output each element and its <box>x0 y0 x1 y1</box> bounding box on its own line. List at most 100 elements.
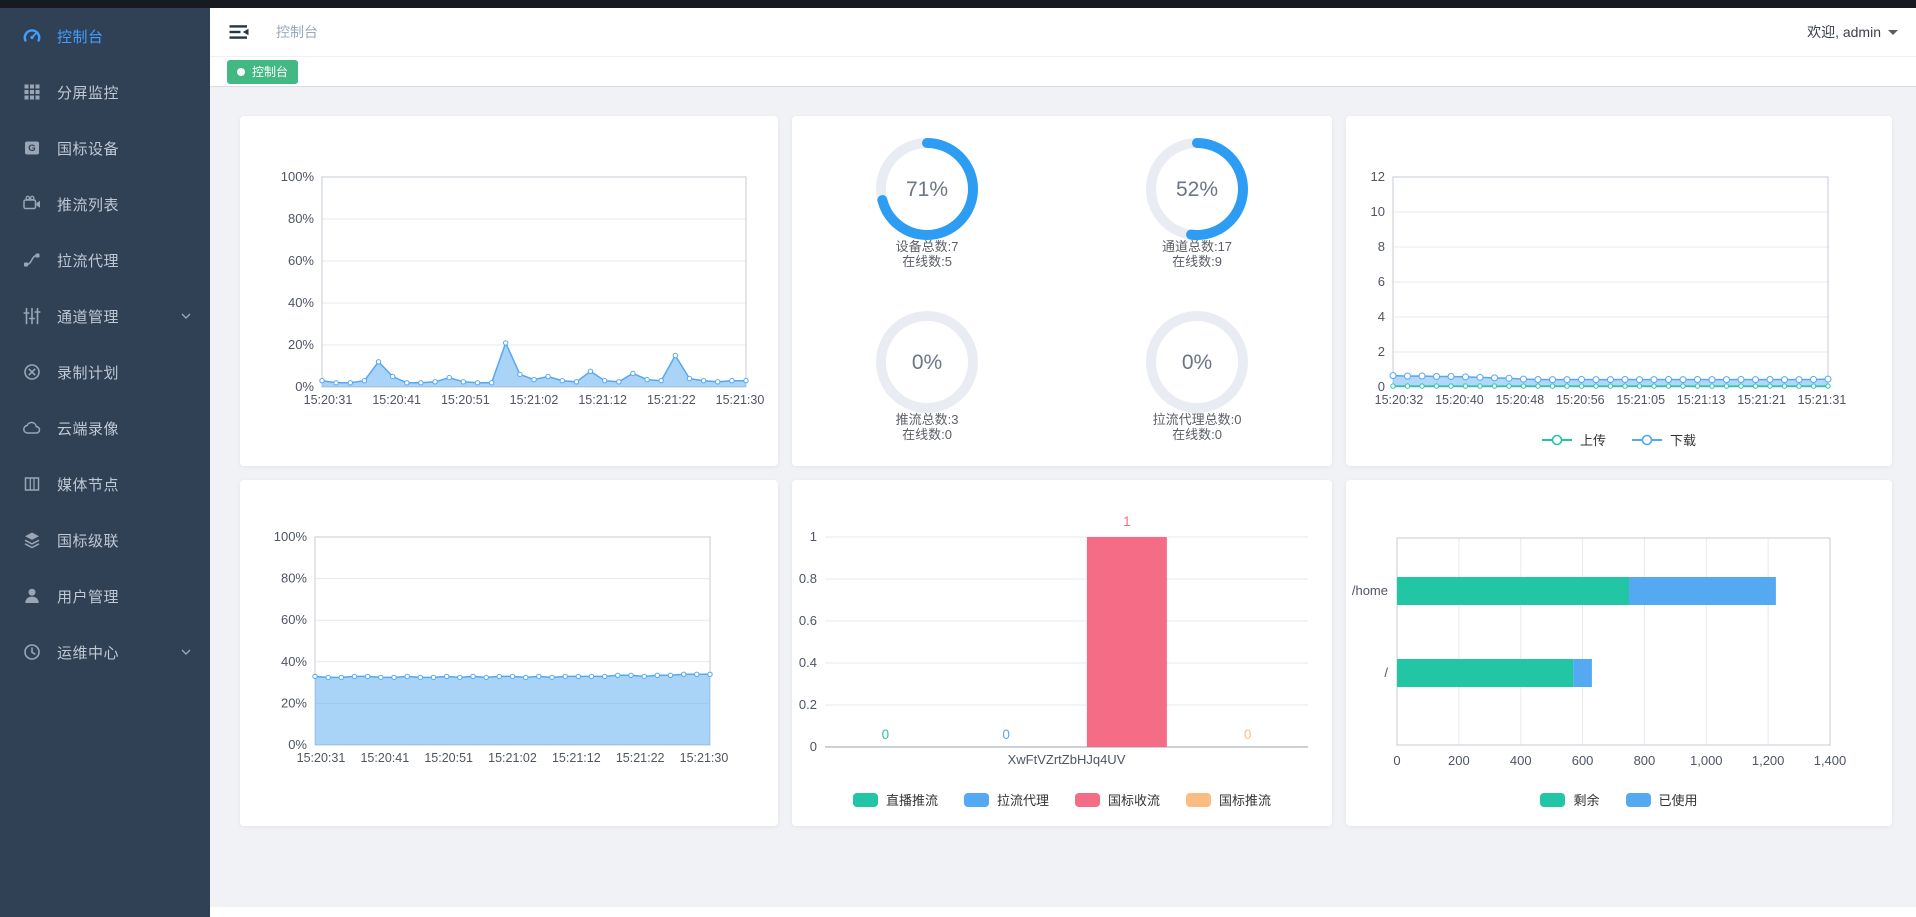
svg-text:15:20:31: 15:20:31 <box>297 751 346 765</box>
sidebar-item-push-list[interactable]: 推流列表 <box>0 176 210 232</box>
chevron-down-icon <box>180 310 192 322</box>
sidebar-item-media-node[interactable]: 媒体节点 <box>0 456 210 512</box>
svg-text:15:21:22: 15:21:22 <box>616 751 665 765</box>
header-bar: 控制台 欢迎, admin <box>210 8 1916 57</box>
sidebar-item-label: 拉流代理 <box>57 250 119 271</box>
svg-text:15:20:51: 15:20:51 <box>424 751 473 765</box>
svg-text:15:20:41: 15:20:41 <box>360 751 409 765</box>
svg-text:在线数:0: 在线数:0 <box>1172 427 1222 442</box>
sidebar-item-channel-mgmt[interactable]: 通道管理 <box>0 288 210 344</box>
sidebar-item-cloud-record[interactable]: 云端录像 <box>0 400 210 456</box>
legend-label: 下载 <box>1670 430 1696 449</box>
svg-text:XwFtVZrtZbHJq4UV: XwFtVZrtZbHJq4UV <box>1008 752 1126 767</box>
legend-item-下载[interactable]: 下载 <box>1632 430 1696 449</box>
ops-icon <box>22 642 42 662</box>
svg-text:200: 200 <box>1448 753 1470 768</box>
card-network-traffic: 02468101215:20:3215:20:4015:20:4815:20:5… <box>1346 116 1892 466</box>
legend-item-上传[interactable]: 上传 <box>1542 430 1606 449</box>
tab-bar: 控制台 <box>210 57 1916 87</box>
svg-text:推流总数:3: 推流总数:3 <box>896 412 959 427</box>
sidebar-item-user-mgmt[interactable]: 用户管理 <box>0 568 210 624</box>
legend-swatch-icon <box>964 793 989 807</box>
legend-item-拉流代理[interactable]: 拉流代理 <box>964 790 1049 809</box>
svg-text:/: / <box>1384 665 1388 680</box>
gb-device-icon: G <box>22 138 42 158</box>
svg-text:0%: 0% <box>288 737 307 752</box>
svg-text:600: 600 <box>1572 753 1594 768</box>
card-disk-usage: 02004006008001,0001,2001,400/home/ 剩余已使用 <box>1346 480 1892 826</box>
svg-text:15:20:51: 15:20:51 <box>441 393 490 407</box>
line-marker-icon <box>1632 433 1662 447</box>
camera-icon <box>22 194 42 214</box>
chevron-down-icon <box>180 646 192 658</box>
sidebar-item-console[interactable]: 控制台 <box>0 8 210 64</box>
svg-text:15:21:31: 15:21:31 <box>1798 393 1847 407</box>
svg-text:0%: 0% <box>1182 351 1212 374</box>
sidebar-item-record-plan[interactable]: 录制计划 <box>0 344 210 400</box>
tab-label: 控制台 <box>252 63 288 80</box>
svg-text:0: 0 <box>1244 727 1252 742</box>
network-traffic-chart: 02468101215:20:3215:20:4015:20:4815:20:5… <box>1346 116 1892 416</box>
sidebar-item-ops-center[interactable]: 运维中心 <box>0 624 210 680</box>
sidebar-item-gb-cascade[interactable]: 国标级联 <box>0 512 210 568</box>
svg-text:0: 0 <box>1378 379 1385 394</box>
svg-text:在线数:5: 在线数:5 <box>902 254 952 269</box>
sidebar-item-gb-device[interactable]: G 国标设备 <box>0 120 210 176</box>
legend-swatch-icon <box>1540 793 1565 807</box>
legend-label: 上传 <box>1580 430 1606 449</box>
svg-text:15:20:48: 15:20:48 <box>1496 393 1545 407</box>
legend-item-直播推流[interactable]: 直播推流 <box>853 790 938 809</box>
svg-text:100%: 100% <box>281 169 315 184</box>
svg-text:8: 8 <box>1378 239 1385 254</box>
legend-item-剩余[interactable]: 剩余 <box>1540 790 1599 809</box>
svg-text:40%: 40% <box>288 295 314 310</box>
cpu-usage-chart: 0%20%40%60%80%100%15:20:3115:20:4115:20:… <box>240 116 778 466</box>
sidebar-collapse-icon[interactable] <box>228 22 250 42</box>
disk-usage-legend: 剩余 已使用 <box>1346 790 1892 809</box>
legend-item-国标推流[interactable]: 国标推流 <box>1186 790 1271 809</box>
legend-label: 剩余 <box>1573 790 1599 809</box>
dashboard-icon <box>22 26 42 46</box>
svg-text:0%: 0% <box>295 379 314 394</box>
legend-item-国标收流[interactable]: 国标收流 <box>1075 790 1160 809</box>
cloud-record-icon <box>22 418 42 438</box>
svg-text:100%: 100% <box>274 529 308 544</box>
svg-text:15:20:32: 15:20:32 <box>1375 393 1424 407</box>
svg-text:15:21:12: 15:21:12 <box>578 393 627 407</box>
svg-text:4: 4 <box>1378 309 1385 324</box>
user-icon <box>22 586 42 606</box>
sidebar-item-label: 通道管理 <box>57 306 119 327</box>
svg-text:1: 1 <box>810 529 817 544</box>
record-plan-icon <box>22 362 42 382</box>
legend-item-已使用[interactable]: 已使用 <box>1626 790 1698 809</box>
chevron-down-icon <box>1888 30 1898 40</box>
svg-text:在线数:0: 在线数:0 <box>902 427 952 442</box>
sidebar-item-label: 国标设备 <box>57 138 119 159</box>
svg-text:15:21:21: 15:21:21 <box>1737 393 1786 407</box>
svg-text:0: 0 <box>882 727 890 742</box>
svg-text:20%: 20% <box>281 695 307 710</box>
resource-gauges-chart: 71%设备总数:7在线数:552%通道总数:17在线数:90%推流总数:3在线数… <box>792 116 1332 466</box>
svg-text:2: 2 <box>1378 344 1385 359</box>
stream-stats-legend: 直播推流 拉流代理 国标收流 国标推流 <box>792 790 1332 809</box>
dashboard-page: 控制台分屏监控G国标设备推流列表拉流代理通道管理录制计划云端录像媒体节点国标级联… <box>0 0 1916 917</box>
sidebar-item-label: 用户管理 <box>57 586 119 607</box>
sidebar-item-label: 运维中心 <box>57 642 119 663</box>
svg-text:52%: 52% <box>1176 178 1218 201</box>
sidebar-item-split-monitor[interactable]: 分屏监控 <box>0 64 210 120</box>
legend-label: 国标推流 <box>1219 790 1271 809</box>
sidebar-item-label: 媒体节点 <box>57 474 119 495</box>
svg-text:0.6: 0.6 <box>799 613 817 628</box>
svg-text:60%: 60% <box>288 253 314 268</box>
svg-text:1,200: 1,200 <box>1752 753 1785 768</box>
user-menu[interactable]: 欢迎, admin <box>1807 22 1898 42</box>
channels-icon <box>22 306 42 326</box>
tab-console[interactable]: 控制台 <box>227 60 298 84</box>
grid-icon <box>22 82 42 102</box>
pull-proxy-icon <box>22 250 42 270</box>
svg-text:15:21:12: 15:21:12 <box>552 751 601 765</box>
sidebar-item-pull-proxy[interactable]: 拉流代理 <box>0 232 210 288</box>
svg-text:15:20:41: 15:20:41 <box>372 393 421 407</box>
svg-text:15:21:02: 15:21:02 <box>510 393 559 407</box>
svg-text:12: 12 <box>1371 169 1385 184</box>
